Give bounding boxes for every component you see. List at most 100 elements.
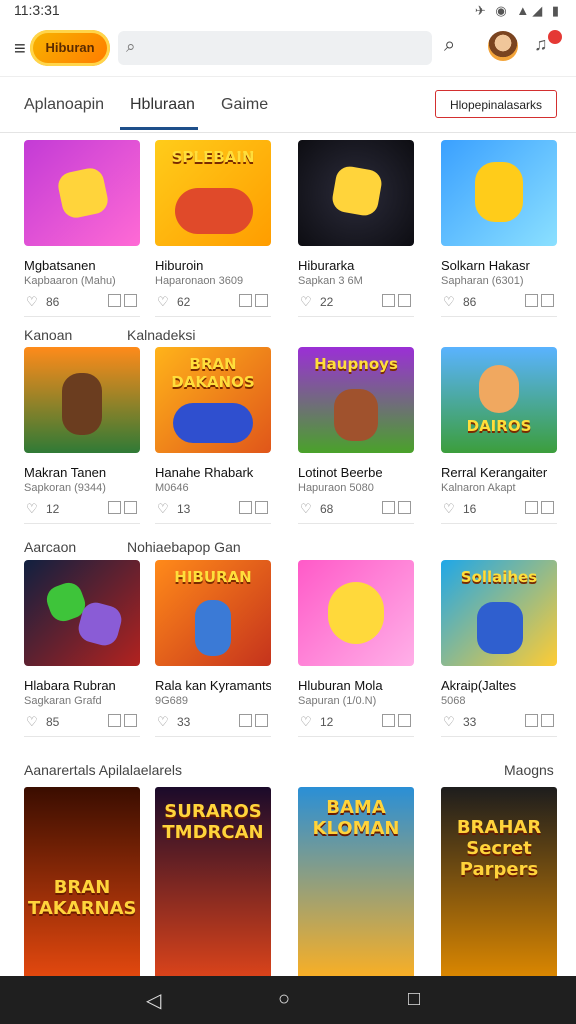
save-icon[interactable] — [255, 294, 268, 307]
tab-aplanoapin[interactable]: Aplanoapin — [24, 96, 104, 114]
game-card[interactable]: Makran Tanen Sapkoran (9344) ♡ 12 — [24, 347, 140, 533]
game-card[interactable]: Hluburan Mola Sapuran (1/0.N) ♡ 12 — [298, 560, 414, 746]
share-icon[interactable] — [239, 714, 252, 727]
heart-icon[interactable]: ♡ — [157, 714, 169, 730]
character-icon — [328, 582, 384, 644]
card-subtitle: Sapkoran (9344) — [24, 482, 106, 494]
save-icon[interactable] — [124, 501, 137, 514]
card-subtitle: 5068 — [441, 695, 466, 707]
share-icon[interactable] — [525, 294, 538, 307]
featured-game-card[interactable]: BRAN TAKARNAS — [24, 787, 140, 983]
card-meta: ♡ 16 — [441, 501, 557, 524]
see-more-link[interactable]: Maogns — [504, 762, 554, 778]
card-title: Hiburarka — [298, 258, 355, 273]
card-title: Akraip(Jaltes — [441, 678, 517, 693]
card-subtitle: 9G689 — [155, 695, 189, 707]
heart-icon[interactable]: ♡ — [26, 501, 38, 517]
game-card[interactable]: Hiburarka Sapkan 3 6M ♡ 22 — [298, 140, 414, 326]
character-icon — [477, 602, 523, 654]
search-icon: ⌕ — [126, 37, 136, 56]
save-icon[interactable] — [541, 294, 554, 307]
status-bar: 11:3:31 ✈ ◉ ▲◢ ▮ — [0, 0, 576, 22]
tab-action-button[interactable]: Hlopepinalasarks — [435, 90, 557, 118]
like-count: 33 — [177, 715, 191, 729]
tab-hbluraan[interactable]: Hbluraan — [130, 96, 195, 114]
home-icon[interactable]: ○ — [278, 988, 290, 1011]
share-icon[interactable] — [239, 294, 252, 307]
share-icon[interactable] — [108, 501, 121, 514]
share-icon[interactable] — [239, 501, 252, 514]
recents-icon[interactable]: □ — [408, 988, 420, 1011]
status-icons: ✈ ◉ ▲◢ ▮ — [474, 3, 562, 18]
search-input[interactable] — [150, 37, 424, 61]
save-icon[interactable] — [541, 714, 554, 727]
app-logo[interactable]: Hiburan — [30, 30, 110, 66]
save-icon[interactable] — [124, 294, 137, 307]
game-card[interactable]: BRAN DAKANOS Hanahe Rhabark M0646 ♡ 13 — [155, 347, 271, 533]
heart-icon[interactable]: ♡ — [300, 501, 312, 517]
card-title: Rerral Kerangaiter — [441, 465, 548, 480]
save-icon[interactable] — [124, 714, 137, 727]
search-bar[interactable]: ⌕ — [118, 31, 432, 65]
heart-icon[interactable]: ♡ — [26, 714, 38, 730]
heart-icon[interactable]: ♡ — [157, 501, 169, 517]
card-title: Rala kan Kyramants — [155, 678, 271, 693]
thumb-banner: BRAN TAKARNAS — [28, 877, 137, 919]
like-count: 12 — [46, 502, 60, 516]
back-icon[interactable]: ◁ — [146, 988, 161, 1013]
like-count: 68 — [320, 502, 334, 516]
save-icon[interactable] — [255, 501, 268, 514]
tab-gaime[interactable]: Gaime — [221, 96, 268, 114]
notification-button[interactable]: ♫ — [534, 30, 562, 56]
heart-icon[interactable]: ♡ — [443, 294, 455, 310]
heart-icon[interactable]: ♡ — [26, 294, 38, 310]
game-card[interactable]: DAIROS Rerral Kerangaiter Kalnaron Akapt… — [441, 347, 557, 533]
character-icon — [175, 188, 253, 234]
card-meta: ♡ 62 — [155, 294, 271, 317]
featured-game-card[interactable]: BAMA KLOMAN — [298, 787, 414, 983]
game-card[interactable]: Solkarn Hakasr Sapharan (6301) ♡ 86 — [441, 140, 557, 326]
game-card[interactable]: SPLEBAIN Hiburoin Haparonaon 3609 ♡ 62 — [155, 140, 271, 326]
share-icon[interactable] — [108, 294, 121, 307]
card-meta: ♡ 12 — [24, 501, 140, 524]
game-card[interactable]: Hlabara Rubran Sagkaran Grafd ♡ 85 — [24, 560, 140, 746]
save-icon[interactable] — [398, 714, 411, 727]
section-subtitle: Nohiaebapop Gan — [127, 539, 241, 555]
card-title: Hluburan Mola — [298, 678, 383, 693]
notification-badge — [548, 30, 562, 44]
card-title: Hanahe Rhabark — [155, 465, 254, 480]
thumb-banner: HIBURAN — [174, 568, 252, 586]
menu-icon[interactable]: ≡ — [14, 38, 26, 61]
save-icon[interactable] — [398, 294, 411, 307]
featured-game-card[interactable]: BRAHAR Secret Parpers — [441, 787, 557, 983]
heart-icon[interactable]: ♡ — [443, 501, 455, 517]
card-title: Makran Tanen — [24, 465, 107, 480]
save-icon[interactable] — [255, 714, 268, 727]
heart-icon[interactable]: ♡ — [300, 294, 312, 310]
featured-game-card[interactable]: SURAROS TMDRCAN — [155, 787, 271, 983]
game-card[interactable]: HIBURAN Rala kan Kyramants 9G689 ♡ 33 — [155, 560, 271, 746]
heart-icon[interactable]: ♡ — [157, 294, 169, 310]
like-count: 13 — [177, 502, 191, 516]
share-icon[interactable] — [525, 714, 538, 727]
character-icon — [173, 403, 253, 443]
card-meta: ♡ 86 — [441, 294, 557, 317]
search-icon[interactable]: ⌕ — [444, 34, 455, 57]
share-icon[interactable] — [382, 501, 395, 514]
game-card[interactable]: Mgbatsanen Kapbaaron (Mahu) ♡ 86 — [24, 140, 140, 326]
game-card[interactable]: Haupnoys Lotinot Beerbe Hapuraon 5080 ♡ 6… — [298, 347, 414, 533]
heart-icon[interactable]: ♡ — [443, 714, 455, 730]
share-icon[interactable] — [108, 714, 121, 727]
game-card[interactable]: Sollaihes Akraip(Jaltes 5068 ♡ 33 — [441, 560, 557, 746]
heart-icon[interactable]: ♡ — [300, 714, 312, 730]
card-subtitle: Sagkaran Grafd — [24, 695, 102, 707]
share-icon[interactable] — [525, 501, 538, 514]
card-subtitle: Haparonaon 3609 — [155, 275, 244, 287]
share-icon[interactable] — [382, 714, 395, 727]
save-icon[interactable] — [398, 501, 411, 514]
card-meta: ♡ 33 — [441, 714, 557, 737]
avatar[interactable] — [488, 31, 518, 61]
card-subtitle: M0646 — [155, 482, 189, 494]
save-icon[interactable] — [541, 501, 554, 514]
share-icon[interactable] — [382, 294, 395, 307]
